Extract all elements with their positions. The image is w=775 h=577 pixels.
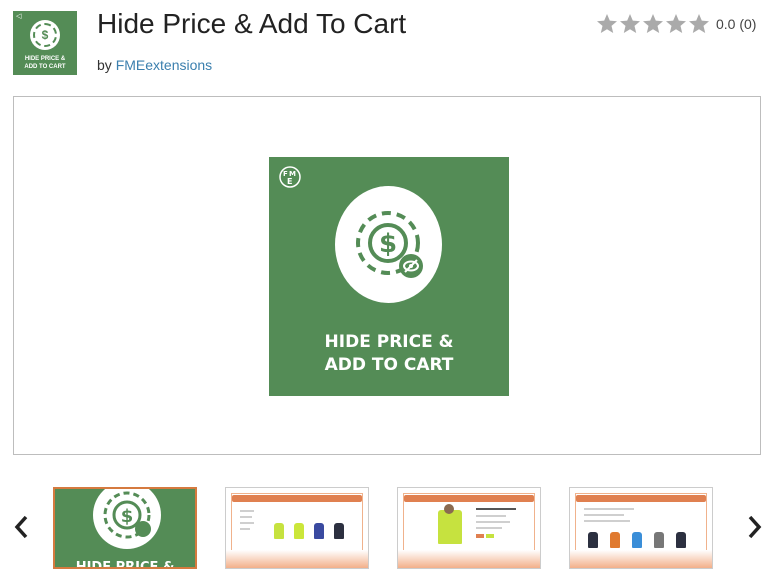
- thumbnail-1[interactable]: $ HIDE PRICE &: [53, 487, 197, 569]
- logo-caption-line1: HIDE PRICE &: [24, 56, 66, 62]
- fme-brand-icon: F M E: [279, 166, 301, 188]
- extension-logo: ◁ $ HIDE PRICE & ADD TO CART: [13, 11, 77, 75]
- logo-caption: HIDE PRICE & ADD TO CART: [13, 55, 77, 71]
- thumbnail-1-image: $: [55, 489, 195, 567]
- thumbnail-1-caption: HIDE PRICE &: [75, 560, 175, 569]
- rating-summary[interactable]: 0.0 (0): [596, 11, 756, 37]
- chevron-right-icon: [748, 515, 762, 539]
- hero-caption-line1: HIDE PRICE &: [324, 332, 454, 352]
- rating-text: 0.0 (0): [716, 16, 756, 32]
- thumbnail-4[interactable]: [569, 487, 713, 569]
- hero-caption-line2: ADD TO CART: [324, 355, 454, 375]
- thumbnail-2[interactable]: [225, 487, 369, 569]
- star-icon: [597, 14, 617, 33]
- star-icon: [620, 14, 640, 33]
- carousel-prev-button[interactable]: [10, 510, 32, 544]
- star-icon: [689, 14, 709, 33]
- carousel-next-button[interactable]: [744, 510, 766, 544]
- dollar-badge-icon: $: [30, 20, 60, 50]
- hero-caption: HIDE PRICE & ADD TO CART: [269, 331, 509, 377]
- author-link[interactable]: FMEextensions: [116, 57, 212, 73]
- rating-value: 0.0: [716, 16, 736, 32]
- svg-text:$: $: [121, 506, 134, 527]
- hero-image[interactable]: F M E $ HIDE PRICE & ADD TO CART: [269, 157, 509, 396]
- star-icon: [643, 14, 663, 33]
- by-label: by: [97, 57, 112, 73]
- svg-text:E: E: [287, 177, 292, 186]
- logo-caption-line2: ADD TO CART: [24, 64, 66, 70]
- svg-text:$: $: [379, 229, 397, 259]
- hero-circle: $: [335, 186, 442, 303]
- chevron-left-icon: [14, 515, 28, 539]
- thumbnail-3[interactable]: [397, 487, 541, 569]
- hidden-price-icon: $: [356, 211, 423, 278]
- page-title: Hide Price & Add To Cart: [97, 8, 407, 39]
- rating-stars: [596, 13, 711, 35]
- star-icon: [666, 14, 686, 33]
- rating-count: (0): [739, 16, 757, 32]
- author-byline: by FMEextensions: [97, 57, 212, 73]
- fme-mark-icon: ◁: [16, 13, 22, 20]
